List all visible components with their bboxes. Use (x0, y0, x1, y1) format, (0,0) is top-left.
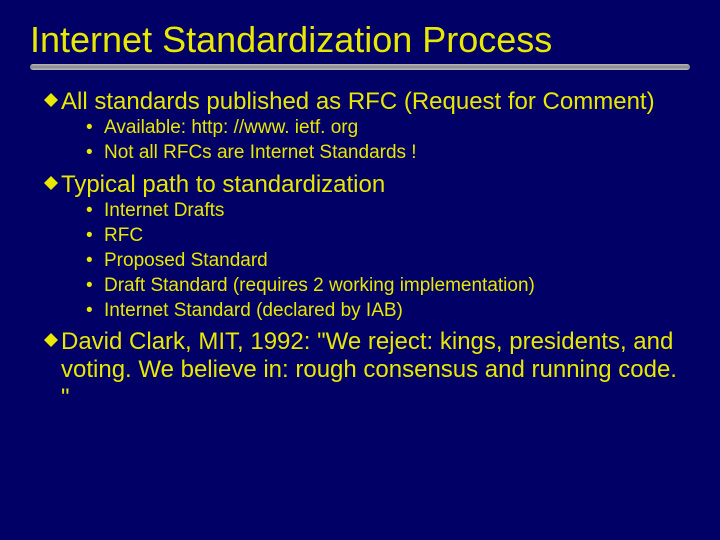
bullet-level2: • Internet Drafts (86, 200, 690, 223)
diamond-icon (44, 333, 61, 347)
bullet-text: David Clark, MIT, 1992: "We reject: king… (61, 328, 690, 411)
dot-icon: • (86, 225, 104, 248)
dot-icon: • (86, 117, 104, 140)
bullet-level1: David Clark, MIT, 1992: "We reject: king… (44, 328, 690, 411)
sub-bullet-text: Internet Drafts (104, 200, 690, 223)
dot-icon: • (86, 275, 104, 298)
sub-bullet-text: Internet Standard (declared by IAB) (104, 300, 690, 323)
bullet-level2: • Proposed Standard (86, 250, 690, 273)
diamond-icon (44, 176, 61, 190)
dot-icon: • (86, 250, 104, 273)
title-separator (30, 64, 690, 70)
bullet-block-1: Typical path to standardization • Intern… (30, 171, 690, 323)
bullet-block-0: All standards published as RFC (Request … (30, 88, 690, 165)
bullet-level2: • RFC (86, 225, 690, 248)
diamond-icon (44, 93, 61, 107)
bullet-level2: • Not all RFCs are Internet Standards ! (86, 142, 690, 165)
bullet-level2: • Internet Standard (declared by IAB) (86, 300, 690, 323)
bullet-level1: Typical path to standardization (44, 171, 690, 199)
bullet-text: All standards published as RFC (Request … (61, 88, 690, 116)
bullet-level1: All standards published as RFC (Request … (44, 88, 690, 116)
sub-bullet-text: Draft Standard (requires 2 working imple… (104, 275, 690, 298)
bullet-block-2: David Clark, MIT, 1992: "We reject: king… (30, 328, 690, 411)
slide: Internet Standardization Process All sta… (0, 0, 720, 540)
dot-icon: • (86, 200, 104, 223)
bullet-level2: • Draft Standard (requires 2 working imp… (86, 275, 690, 298)
slide-title: Internet Standardization Process (30, 20, 690, 60)
bullet-text: Typical path to standardization (61, 171, 690, 199)
sub-bullet-text: RFC (104, 225, 690, 248)
dot-icon: • (86, 142, 104, 165)
sub-bullet-text: Not all RFCs are Internet Standards ! (104, 142, 690, 165)
dot-icon: • (86, 300, 104, 323)
bullet-level2: • Available: http: //www. ietf. org (86, 117, 690, 140)
sub-bullet-text: Available: http: //www. ietf. org (104, 117, 690, 140)
sub-bullet-text: Proposed Standard (104, 250, 690, 273)
